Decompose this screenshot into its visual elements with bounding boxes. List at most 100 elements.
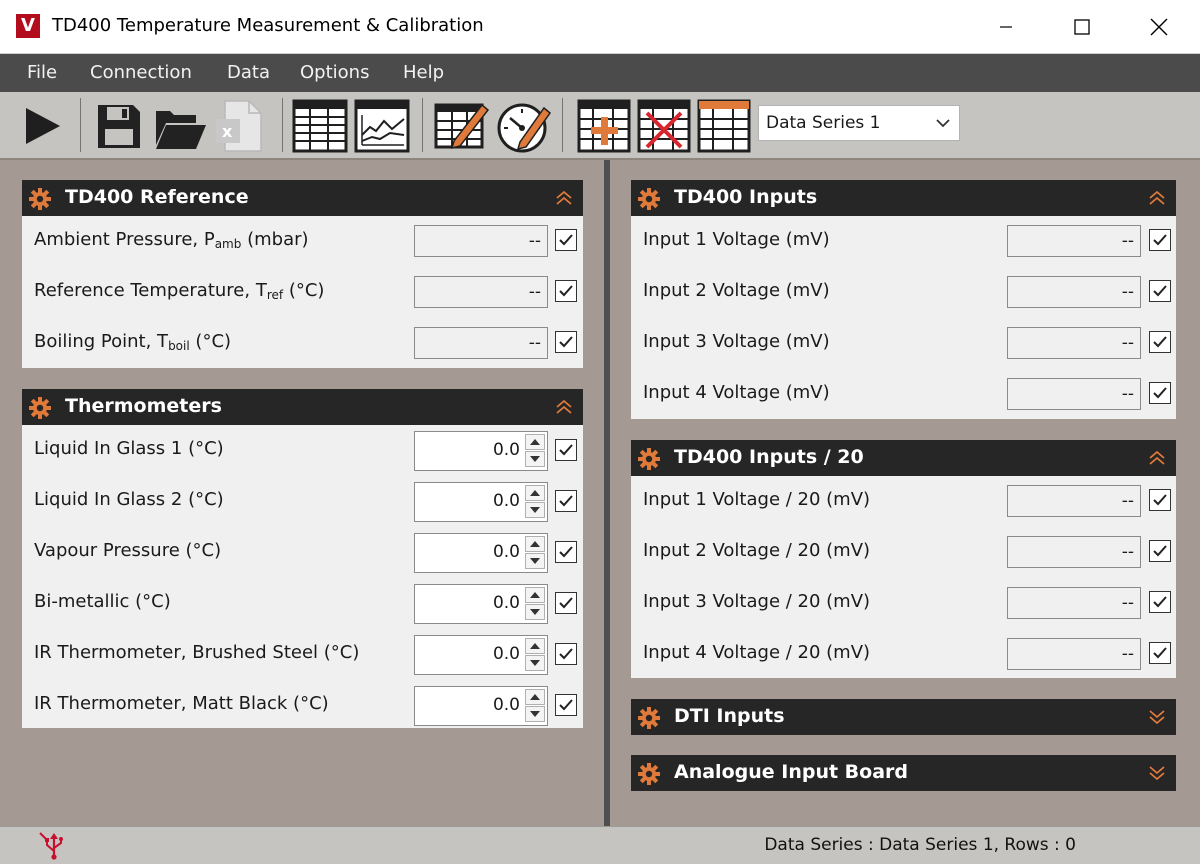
numeric-spinbox[interactable]: 0.0	[414, 635, 548, 675]
include-checkbox[interactable]	[555, 541, 577, 563]
menu-help[interactable]: Help	[403, 54, 444, 92]
increment-button[interactable]	[525, 485, 545, 501]
collapse-up-icon[interactable]	[555, 190, 573, 206]
thermometer-row: IR Thermometer, Matt Black (°C) 0.0	[22, 680, 583, 731]
chart-view-button[interactable]	[354, 98, 410, 154]
spinbox-value: 0.0	[492, 491, 520, 511]
numeric-spinbox[interactable]: 0.0	[414, 584, 548, 624]
gear-icon[interactable]	[637, 706, 661, 730]
menu-options[interactable]: Options	[300, 54, 369, 92]
panel-header[interactable]: TD400 Reference	[22, 180, 583, 216]
panel-header[interactable]: DTI Inputs	[631, 699, 1176, 735]
calibrate-button[interactable]	[496, 98, 552, 154]
include-checkbox[interactable]	[555, 694, 577, 716]
close-button[interactable]	[1131, 0, 1186, 53]
start-button[interactable]	[14, 98, 70, 154]
panel-header[interactable]: Analogue Input Board	[631, 755, 1176, 791]
decrement-button[interactable]	[525, 502, 545, 518]
include-checkbox[interactable]	[555, 643, 577, 665]
increment-button[interactable]	[525, 587, 545, 603]
panel-title: Analogue Input Board	[674, 761, 908, 783]
thermometer-row: IR Thermometer, Brushed Steel (°C) 0.0	[22, 629, 583, 680]
delete-row-button[interactable]	[636, 98, 692, 154]
menu-file[interactable]: File	[27, 54, 57, 92]
checkmark-icon	[1153, 234, 1167, 246]
increment-button[interactable]	[525, 536, 545, 552]
edit-table-button[interactable]	[434, 98, 490, 154]
gear-icon[interactable]	[28, 396, 52, 420]
include-checkbox[interactable]	[555, 439, 577, 461]
field-label: Input 4 Voltage (mV)	[643, 382, 830, 403]
maximize-button[interactable]	[1054, 0, 1109, 53]
decrement-button[interactable]	[525, 451, 545, 467]
input-row: Input 2 Voltage / 20 (mV) --	[631, 527, 1176, 578]
menu-data[interactable]: Data	[227, 54, 270, 92]
td400-reference-panel: TD400 Reference Ambient Pressure, Pamb (…	[22, 180, 583, 368]
expand-down-icon[interactable]	[1148, 709, 1166, 725]
export-excel-button[interactable]: x	[210, 98, 266, 154]
minimize-button[interactable]	[978, 0, 1033, 53]
include-checkbox[interactable]	[555, 229, 577, 251]
play-icon	[26, 108, 60, 144]
include-checkbox[interactable]	[555, 490, 577, 512]
gauge-edit-icon	[497, 103, 552, 153]
include-checkbox[interactable]	[555, 280, 577, 302]
numeric-spinbox[interactable]: 0.0	[414, 482, 548, 522]
panel-header[interactable]: TD400 Inputs / 20	[631, 440, 1176, 476]
checkmark-icon	[559, 234, 573, 246]
arrow-down-icon	[530, 660, 540, 666]
open-button[interactable]	[152, 98, 208, 154]
decrement-button[interactable]	[525, 706, 545, 722]
collapse-up-icon[interactable]	[1148, 190, 1166, 206]
decrement-button[interactable]	[525, 655, 545, 671]
checkmark-icon	[1153, 387, 1167, 399]
include-checkbox[interactable]	[1149, 642, 1171, 664]
menu-bar: File Connection Data Options Help	[0, 54, 1200, 92]
collapse-up-icon[interactable]	[555, 399, 573, 415]
increment-button[interactable]	[525, 434, 545, 450]
panel-header[interactable]: Thermometers	[22, 389, 583, 425]
checkmark-icon	[1153, 647, 1167, 659]
decrement-button[interactable]	[525, 553, 545, 569]
collapse-up-icon[interactable]	[1148, 450, 1166, 466]
clear-table-button[interactable]	[696, 98, 752, 154]
panel-title: TD400 Reference	[65, 186, 249, 208]
include-checkbox[interactable]	[555, 592, 577, 614]
add-row-button[interactable]	[576, 98, 632, 154]
decrement-button[interactable]	[525, 604, 545, 620]
increment-button[interactable]	[525, 638, 545, 654]
include-checkbox[interactable]	[1149, 489, 1171, 511]
chevron-down-icon	[936, 119, 950, 128]
include-checkbox[interactable]	[1149, 331, 1171, 353]
field-label: Bi-metallic (°C)	[34, 591, 171, 612]
include-checkbox[interactable]	[555, 331, 577, 353]
numeric-spinbox[interactable]: 0.0	[414, 431, 548, 471]
menu-connection[interactable]: Connection	[90, 54, 192, 92]
gear-icon[interactable]	[637, 447, 661, 471]
save-button[interactable]	[90, 98, 146, 154]
maximize-icon	[1073, 18, 1090, 35]
expand-down-icon[interactable]	[1148, 765, 1166, 781]
toolbar-separator	[422, 98, 423, 152]
close-icon	[1150, 18, 1167, 35]
include-checkbox[interactable]	[1149, 280, 1171, 302]
table-view-button[interactable]	[292, 98, 348, 154]
include-checkbox[interactable]	[1149, 229, 1171, 251]
increment-button[interactable]	[525, 689, 545, 705]
field-label: IR Thermometer, Matt Black (°C)	[34, 693, 329, 714]
numeric-spinbox[interactable]: 0.0	[414, 533, 548, 573]
arrow-up-icon	[530, 490, 540, 496]
arrow-down-icon	[530, 558, 540, 564]
gear-icon[interactable]	[637, 187, 661, 211]
numeric-spinbox[interactable]: 0.0	[414, 686, 548, 726]
include-checkbox[interactable]	[1149, 540, 1171, 562]
gear-icon[interactable]	[637, 762, 661, 786]
panel-header[interactable]: TD400 Inputs	[631, 180, 1176, 216]
gear-icon[interactable]	[28, 187, 52, 211]
input-row: Input 3 Voltage / 20 (mV) --	[631, 578, 1176, 629]
include-checkbox[interactable]	[1149, 382, 1171, 404]
minimize-icon	[999, 25, 1012, 28]
data-series-dropdown[interactable]: Data Series 1	[758, 105, 960, 141]
include-checkbox[interactable]	[1149, 591, 1171, 613]
panel-splitter[interactable]	[604, 160, 610, 826]
